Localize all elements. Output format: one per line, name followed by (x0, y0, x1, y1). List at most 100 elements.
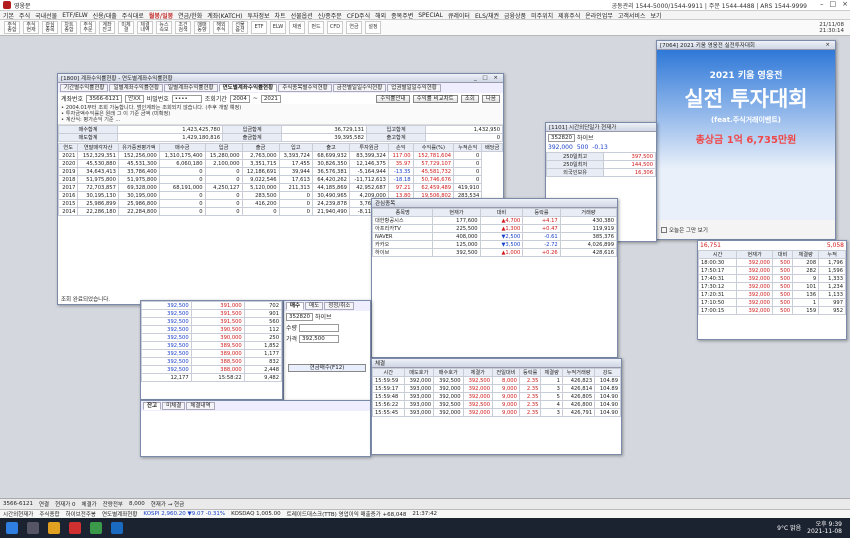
menu-item[interactable]: 고객서비스 (618, 11, 646, 20)
menu-item[interactable]: ELS/채권 (475, 11, 499, 20)
window-controls[interactable]: – □ × (820, 0, 848, 8)
order-tab[interactable]: 매수 (286, 302, 305, 310)
kiwoom-app-icon[interactable] (69, 522, 81, 534)
password-input[interactable]: •••• (171, 94, 202, 103)
tab-5[interactable]: 금전별일일수익현황 (332, 84, 387, 92)
news-ticker[interactable]: 트레이드대스크(TTB) 영업이익 매출증가 +68,048 (287, 510, 407, 518)
table-row[interactable]: 17:50:17 392,000 500 282 1,596 (698, 266, 846, 275)
table-row[interactable]: 18:00:30 392,000 500 208 1,796 (698, 258, 846, 267)
list-item[interactable]: 카카오 125,000 ▼3,500 -2.72 4,026,899 (372, 240, 617, 249)
ad-banner[interactable]: 2021 키움 영웅전 실전 투자대회 (feat.주식거래이벤트) 총상금 1… (657, 50, 835, 220)
year-from-input[interactable]: 2004 (229, 94, 250, 103)
table-row[interactable]: 17:00:15 392,000 500 159 952 (698, 306, 846, 315)
table-row[interactable]: 2020 45,530,880 45,531,300 6,060,180 2,100,0… (58, 159, 503, 168)
tab-6[interactable]: 업권별일일수익현황 (387, 84, 441, 92)
menu-item[interactable]: 주식대로 (122, 11, 144, 20)
tab-2[interactable]: 일별계좌수익률현황 (164, 84, 218, 92)
toolbar-button[interactable]: 주식 종합 (4, 21, 20, 34)
search-icon[interactable] (27, 522, 39, 534)
status-item[interactable]: 현재가 → 현금 (151, 500, 184, 508)
checkbox[interactable] (661, 226, 667, 233)
toolbar-button[interactable]: 관심 종목 (42, 21, 58, 34)
menu-item[interactable]: 해외 (375, 11, 386, 20)
order-code-input[interactable]: 352820 (286, 312, 313, 321)
table-row[interactable]: 17:30:12 392,000 500 101 1,234 (698, 282, 846, 291)
table-row[interactable]: 2017 72,703,857 69,328,000 68,191,000 4,250,… (58, 183, 503, 192)
toolbar-button[interactable]: 펀드 (308, 21, 324, 34)
tab-3[interactable]: 연도별계좌수익률현황 (218, 84, 278, 92)
status-item[interactable]: 현재가 0 (55, 500, 75, 508)
toolbar-button[interactable]: 뉴스 속보 (156, 21, 172, 34)
tab-positions[interactable]: 잔고 (143, 402, 162, 410)
menu-item[interactable]: 미주위치 (531, 11, 553, 20)
toolbar-button[interactable]: 주식 주문 (80, 21, 96, 34)
table-row[interactable]: 15:59:17 393,000 392,000 392,000 9,000 2.35 3 4… (372, 384, 621, 393)
menu-item[interactable]: 월봉/일봉 (149, 11, 173, 20)
window-tab[interactable]: 하이브전주봉 (66, 510, 96, 518)
menu-item[interactable]: 계좌(KATCH) (207, 11, 242, 20)
table-row[interactable]: 17:10:50 392,000 500 1 997 (698, 298, 846, 307)
account-input[interactable]: 3566-6121 (86, 94, 123, 103)
toolbar-button[interactable]: 설정 (365, 21, 381, 34)
tab-4[interactable]: 주식종목별수익현황 (278, 84, 332, 92)
menu-item[interactable]: SPECIAL (418, 12, 443, 19)
compare-chart-button[interactable]: 수익률 비교차트 (412, 94, 458, 103)
toolbar-button[interactable]: 해외 주식 (213, 21, 229, 34)
toolbar-button[interactable]: 채권 (289, 21, 305, 34)
menu-item[interactable]: 기본 (3, 11, 14, 20)
list-item[interactable]: NAVER 408,000 ▼2,500 -0.61 385,376 (372, 232, 617, 241)
table-row[interactable]: 392,500 391,500 560 (141, 317, 282, 326)
table-row[interactable]: 15:55:45 393,000 392,000 392,000 9,000 2.35 3 4… (372, 408, 621, 417)
query-button[interactable]: 조회 (460, 94, 479, 103)
window-tab[interactable]: 연도별계좌현황 (102, 510, 137, 518)
toolbar-button[interactable]: 계좌 잔고 (99, 21, 115, 34)
qty-input[interactable] (299, 323, 340, 332)
menu-item[interactable]: 국내선물 (35, 11, 57, 20)
menu-item[interactable]: ETF/ELW (62, 12, 87, 19)
toolbar-button[interactable]: 체결 내역 (137, 21, 153, 34)
menu-item[interactable]: 제휴주식 (558, 11, 580, 20)
stock-code-input[interactable]: 352820 (548, 133, 575, 142)
table-row[interactable]: 392,500 390,500 112 (141, 325, 282, 334)
table-row[interactable]: 392,500 388,000 2,448 (141, 365, 282, 374)
table-row[interactable]: 17:20:31 392,000 500 136 1,133 (698, 290, 846, 299)
table-row[interactable]: 15:59:48 393,000 392,000 392,000 9,000 2.35 5 4… (372, 392, 621, 401)
status-item[interactable]: 8,000 (129, 501, 145, 507)
menu-item[interactable]: 선물옵션 (291, 11, 313, 20)
table-row[interactable]: 392,500 390,000 250 (141, 333, 282, 342)
price-input[interactable]: 392,500 (299, 334, 340, 343)
table-row[interactable]: 15:59:59 392,000 392,500 392,500 8,000 2.35 1 4… (372, 376, 621, 385)
windows-start-icon[interactable] (6, 522, 18, 534)
tab-history[interactable]: 체결내역 (186, 402, 215, 410)
status-item[interactable]: 잔량전부 (103, 500, 123, 508)
menu-item[interactable]: 보기 (650, 11, 661, 20)
menu-item[interactable]: 투자정보 (247, 11, 269, 20)
close-icon[interactable]: × (842, 0, 848, 8)
tab-0[interactable]: 기간별수익률현황 (60, 84, 109, 92)
list-item[interactable]: 아프리카TV 225,500 ▲1,300 +0.47 119,919 (372, 224, 617, 233)
menu-item[interactable]: 주식 (19, 11, 30, 20)
menu-item[interactable]: 온라인업무 (585, 11, 613, 20)
year-to-input[interactable]: 2021 (260, 94, 281, 103)
menu-item[interactable]: 종목주변 (391, 11, 413, 20)
list-item[interactable]: 하이브 392,500 ▲1,000 +0.26 428,616 (372, 248, 617, 257)
table-row[interactable]: 392,500 389,000 1,177 (141, 349, 282, 358)
window-tab[interactable]: 시간외현재가 (3, 510, 33, 518)
next-button[interactable]: 다음 (481, 94, 500, 103)
toolbar-button[interactable]: ETF (251, 21, 267, 34)
menu-item[interactable]: 연금/한화 (178, 11, 202, 20)
order-tab[interactable]: 매도 (305, 302, 324, 310)
table-row[interactable]: 392,500 389,500 1,852 (141, 341, 282, 350)
menu-item[interactable]: 금융상품 (504, 11, 526, 20)
toolbar-button[interactable]: 연금 (346, 21, 362, 34)
table-row[interactable]: 392,500 391,000 702 (141, 301, 282, 310)
table-row[interactable]: 2018 51,975,800 51,975,800 0 0 9,022,546 17,61… (58, 175, 503, 184)
table-row[interactable]: 392,500 391,500 901 (141, 309, 282, 318)
menu-item[interactable]: 차트 (275, 11, 286, 20)
maximize-icon[interactable]: □ (830, 0, 837, 8)
order-tab[interactable]: 정정/취소 (324, 302, 355, 310)
menu-item[interactable]: 신/종주문 (318, 11, 342, 20)
chrome-icon[interactable] (90, 522, 102, 534)
status-item[interactable]: 체결가 (82, 500, 97, 508)
toolbar-button[interactable]: 차트 종합 (61, 21, 77, 34)
